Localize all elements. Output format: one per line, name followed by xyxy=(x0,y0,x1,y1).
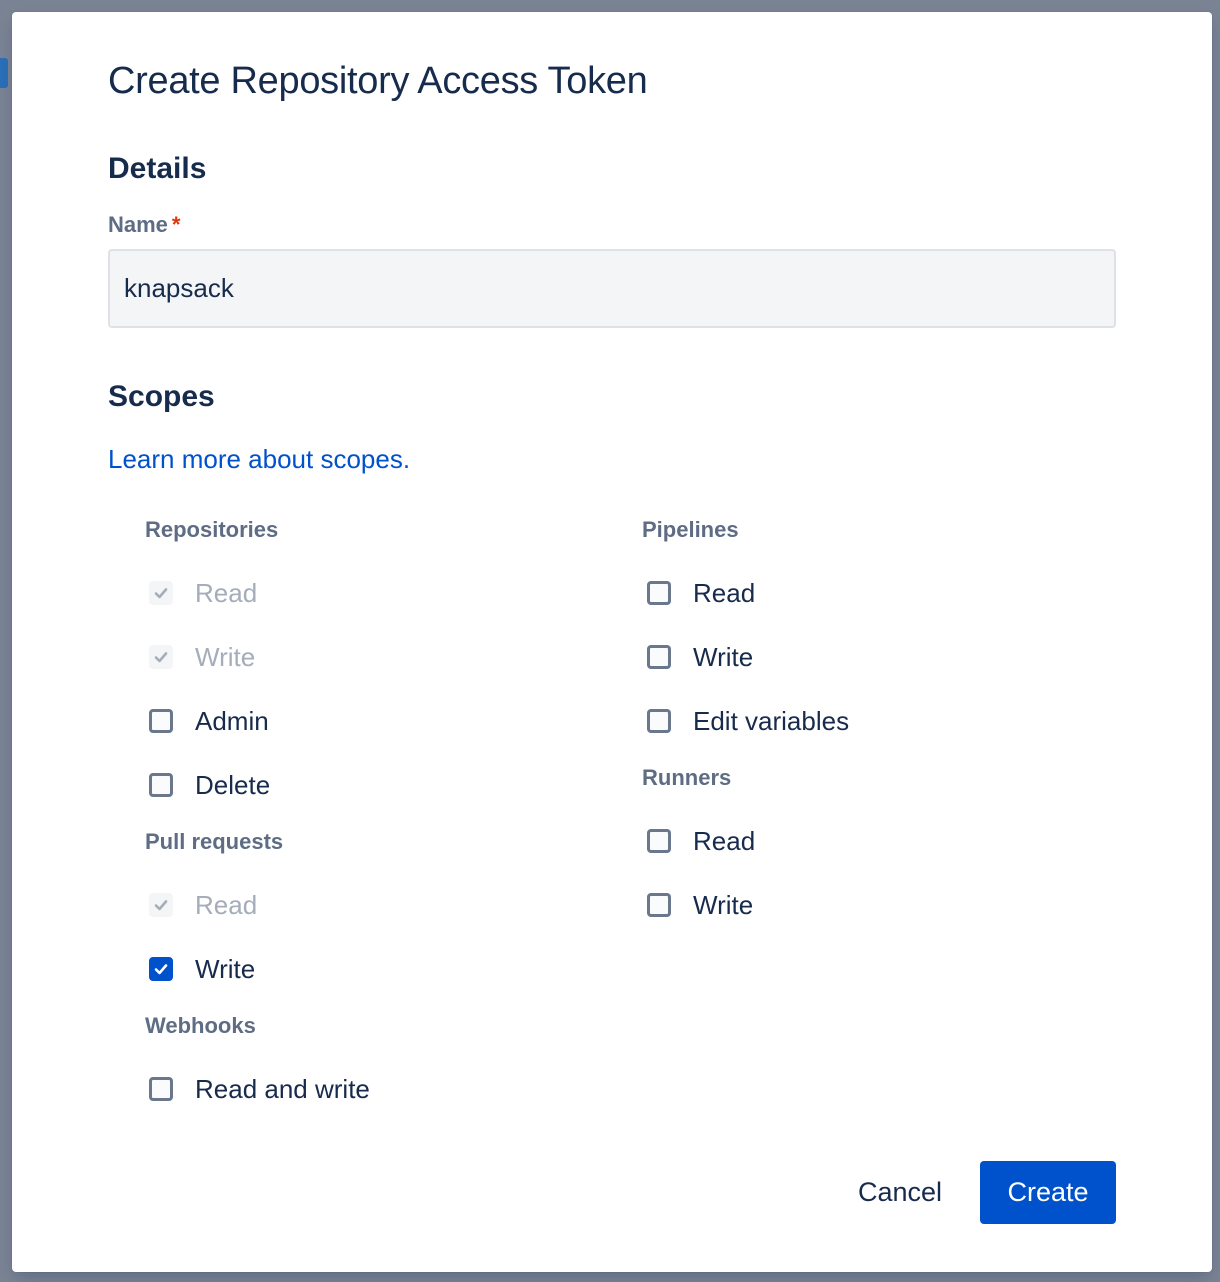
name-field-label: Name * xyxy=(108,212,180,238)
scopes-heading: Scopes xyxy=(108,380,215,413)
checkbox[interactable] xyxy=(647,581,671,605)
details-heading: Details xyxy=(108,152,207,185)
checkbox[interactable] xyxy=(149,957,173,981)
checkbox[interactable] xyxy=(647,709,671,733)
learn-more-scopes-link[interactable]: Learn more about scopes. xyxy=(108,444,410,475)
create-button[interactable]: Create xyxy=(980,1161,1116,1224)
create-token-dialog: Create Repository Access Token Details N… xyxy=(12,12,1212,1272)
pull-requests-read-option: Read xyxy=(149,885,257,925)
checkmark-icon xyxy=(154,652,168,663)
checkbox[interactable] xyxy=(647,645,671,669)
pipelines-read-option[interactable]: Read xyxy=(647,573,755,613)
checkmark-icon xyxy=(154,588,168,599)
runners-write-option[interactable]: Write xyxy=(647,885,753,925)
checkbox-label: Read xyxy=(693,825,756,856)
checkbox-label: Write xyxy=(693,641,754,672)
webhooks-group-label: Webhooks xyxy=(145,1013,256,1038)
repositories-admin-option[interactable]: Admin xyxy=(149,701,269,741)
pull-requests-group-label: Pull requests xyxy=(145,829,284,854)
checkbox-label: Write xyxy=(693,889,754,920)
background-app-icon xyxy=(0,58,8,88)
checkbox-label: Edit variables xyxy=(693,705,850,736)
checkbox-label: Read xyxy=(693,577,756,608)
repositories-group-label: Repositories xyxy=(145,517,279,542)
pipelines-write-option[interactable]: Write xyxy=(647,637,753,677)
runners-group-label: Runners xyxy=(642,765,732,790)
runners-read-option[interactable]: Read xyxy=(647,821,755,861)
checkbox-label: Admin xyxy=(195,705,269,736)
pipelines-edit-variables-option[interactable]: Edit variables xyxy=(647,701,849,741)
checkbox[interactable] xyxy=(149,773,173,797)
checkbox-label: Write xyxy=(195,953,256,984)
checkbox[interactable] xyxy=(647,829,671,853)
checkbox xyxy=(149,893,173,917)
cancel-button[interactable]: Cancel xyxy=(842,1161,958,1223)
checkbox[interactable] xyxy=(149,709,173,733)
checkmark-icon xyxy=(154,964,168,975)
checkmark-icon xyxy=(154,900,168,911)
checkbox xyxy=(149,645,173,669)
checkbox-label: Write xyxy=(195,641,256,672)
name-label-text: Name xyxy=(108,212,168,237)
pull-requests-write-option[interactable]: Write xyxy=(149,949,255,989)
checkbox-label: Read xyxy=(195,889,258,920)
webhooks-read-and-write-option[interactable]: Read and write xyxy=(149,1069,370,1109)
checkbox-label: Read and write xyxy=(195,1073,370,1104)
repositories-delete-option[interactable]: Delete xyxy=(149,765,270,805)
pipelines-group-label: Pipelines xyxy=(642,517,739,542)
checkbox[interactable] xyxy=(647,893,671,917)
repositories-write-option: Write xyxy=(149,637,255,677)
checkbox-label: Delete xyxy=(195,769,271,800)
checkbox[interactable] xyxy=(149,1077,173,1101)
dialog-title: Create Repository Access Token xyxy=(108,60,648,102)
required-marker: * xyxy=(171,212,181,237)
name-input[interactable] xyxy=(108,249,1116,328)
checkbox-label: Read xyxy=(195,577,258,608)
repositories-read-option: Read xyxy=(149,573,257,613)
checkbox xyxy=(149,581,173,605)
